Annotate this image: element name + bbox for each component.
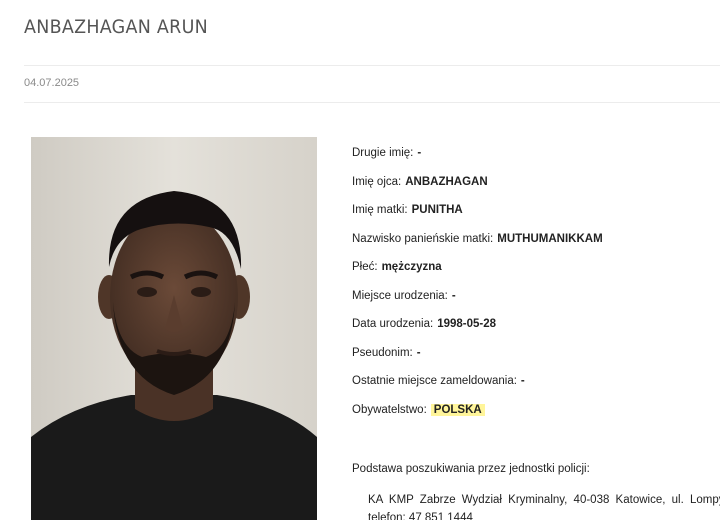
detail-value: - bbox=[416, 346, 421, 359]
detail-father-name: Imię ojca: ANBAZHAGAN bbox=[352, 176, 720, 205]
detail-sex: Płeć: mężczyzna bbox=[352, 261, 720, 290]
search-basis-label: Podstawa poszukiwania przez jednostki po… bbox=[352, 463, 590, 475]
detail-middle-name: Drugie imię: - bbox=[352, 147, 720, 176]
detail-value: mężczyzna bbox=[381, 261, 442, 273]
detail-label: Nazwisko panieńskie matki: bbox=[352, 232, 494, 245]
details-list: Drugie imię: - Imię ojca: ANBAZHAGAN Imię … bbox=[352, 147, 720, 432]
detail-label: Pseudonim: bbox=[352, 346, 413, 359]
detail-citizenship: Obywatelstwo: POLSKA bbox=[352, 403, 720, 433]
detail-mother-name: Imię matki: PUNITHA bbox=[352, 204, 720, 233]
person-name-title: ANBAZHAGAN ARUN bbox=[24, 16, 209, 38]
detail-label: Data urodzenia: bbox=[352, 318, 434, 330]
page: ANBAZHAGAN ARUN 04.07.2025 Drugie imię: … bbox=[0, 0, 720, 520]
detail-place-of-birth: Miejsce urodzenia: - bbox=[352, 290, 720, 319]
detail-value: ANBAZHAGAN bbox=[405, 175, 488, 188]
detail-value-highlighted: POLSKA bbox=[430, 403, 485, 416]
detail-date-of-birth: Data urodzenia: 1998-05-28 bbox=[352, 318, 720, 347]
detail-value: - bbox=[520, 375, 525, 387]
detail-mother-maiden-name: Nazwisko panieńskie matki: MUTHUMANIKKAM bbox=[352, 233, 720, 262]
detail-alias: Pseudonim: - bbox=[352, 347, 720, 376]
police-unit-info: KA KMP Zabrze Wydział Kryminalny, 40-038… bbox=[368, 491, 720, 520]
police-unit-address: KA KMP Zabrze Wydział Kryminalny, 40-038… bbox=[368, 494, 720, 506]
detail-last-registered-address: Ostatnie miejsce zameldowania: - bbox=[352, 375, 720, 404]
detail-label: Obywatelstwo: bbox=[352, 403, 427, 416]
detail-label: Drugie imię: bbox=[352, 147, 414, 159]
divider bbox=[24, 65, 720, 66]
divider bbox=[24, 102, 720, 103]
detail-value: - bbox=[451, 289, 456, 302]
detail-label: Imię matki: bbox=[352, 204, 408, 216]
detail-value: PUNITHA bbox=[411, 204, 463, 216]
detail-label: Ostatnie miejsce zameldowania: bbox=[352, 375, 517, 387]
detail-value: - bbox=[417, 147, 422, 159]
detail-label: Imię ojca: bbox=[352, 175, 402, 188]
publication-date: 04.07.2025 bbox=[24, 77, 80, 89]
detail-value: 1998-05-28 bbox=[437, 318, 497, 330]
detail-label: Płeć: bbox=[352, 261, 378, 273]
person-photo bbox=[31, 137, 317, 520]
detail-label: Miejsce urodzenia: bbox=[352, 289, 448, 302]
police-unit-phone: telefon: 47 851 1444 bbox=[368, 512, 473, 520]
detail-value: MUTHUMANIKKAM bbox=[497, 232, 603, 245]
